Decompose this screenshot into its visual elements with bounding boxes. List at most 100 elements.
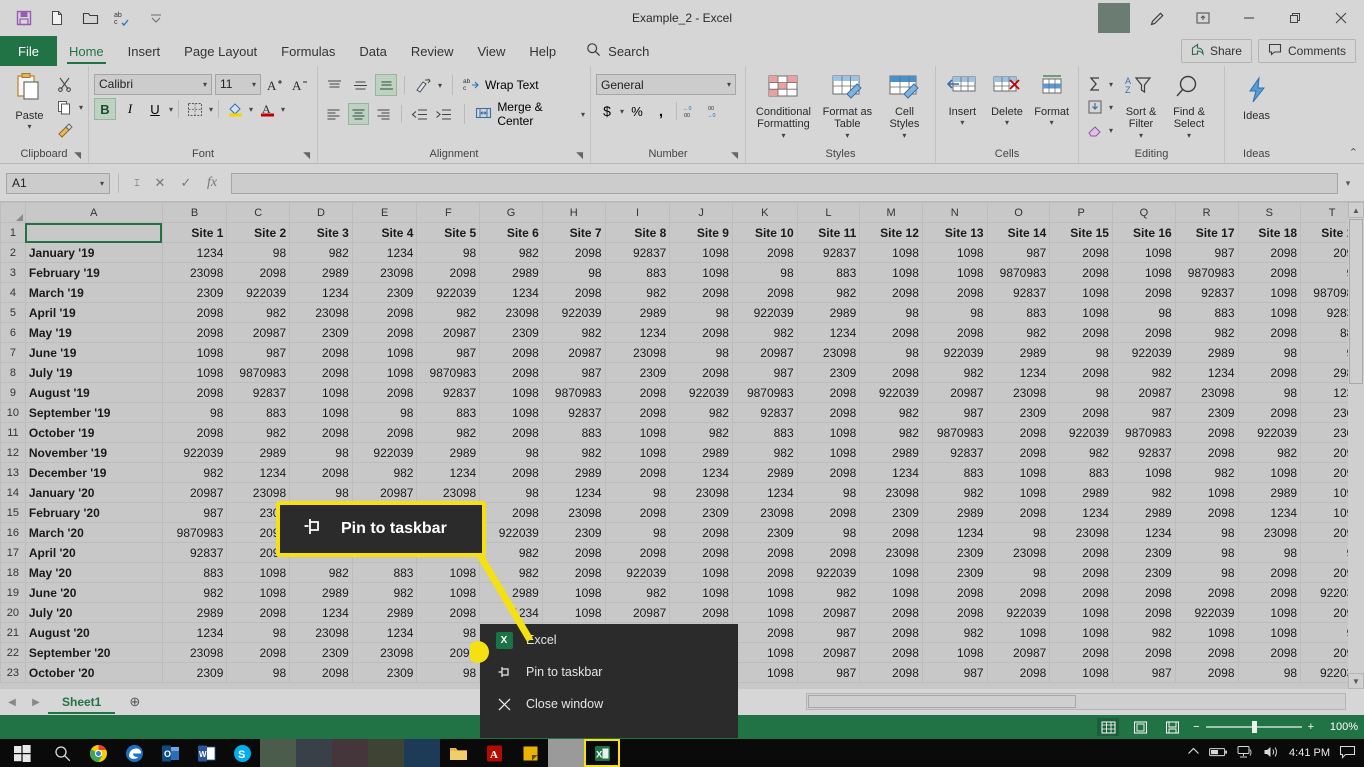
zoom-in-button[interactable]: + (1308, 721, 1314, 733)
data-cell[interactable]: 1234 (351, 622, 418, 643)
row-label-cell[interactable]: June '19 (24, 342, 163, 363)
data-cell[interactable]: 20987 (226, 322, 291, 343)
data-cell[interactable]: 982 (226, 422, 291, 443)
start-icon[interactable] (0, 739, 44, 767)
data-cell[interactable]: 2989 (921, 502, 988, 523)
data-cell[interactable]: 92837 (1174, 282, 1239, 303)
data-cell[interactable]: 2098 (859, 642, 923, 663)
name-box[interactable]: A1 ▾ (6, 172, 110, 194)
row-label-cell[interactable]: July '19 (24, 362, 163, 383)
data-cell[interactable]: 23098 (351, 642, 418, 663)
copy-button[interactable]: ▾ (54, 96, 83, 118)
data-cell[interactable]: 2309 (1111, 562, 1176, 583)
data-cell[interactable]: 2098 (859, 322, 923, 343)
data-cell[interactable]: 2098 (604, 382, 671, 403)
column-header-O[interactable]: O (986, 202, 1051, 223)
data-cell[interactable]: 922039 (859, 382, 923, 403)
data-cell[interactable]: 98 (604, 482, 671, 503)
data-cell[interactable]: 2098 (859, 622, 923, 643)
data-cell[interactable]: 2309 (604, 362, 671, 383)
data-cell[interactable]: 2309 (796, 362, 861, 383)
data-cell[interactable]: 922039 (416, 282, 481, 303)
column-header-M[interactable]: M (859, 202, 923, 223)
next-sheet-icon[interactable]: ▶ (24, 697, 48, 708)
data-cell[interactable]: 2098 (1111, 322, 1176, 343)
data-cell[interactable]: 1098 (859, 582, 923, 603)
paste-button[interactable]: Paste ▾ (5, 69, 54, 131)
data-cell[interactable]: 2098 (289, 362, 353, 383)
row-label-cell[interactable]: January '20 (24, 482, 163, 503)
find-select-button[interactable]: Find & Select ▾ (1165, 71, 1213, 140)
data-cell[interactable]: 987 (796, 622, 861, 643)
data-cell[interactable]: 982 (986, 322, 1051, 343)
data-cell[interactable]: 2098 (986, 422, 1051, 443)
data-cell[interactable]: 98 (479, 442, 543, 463)
data-cell[interactable]: 1098 (731, 582, 798, 603)
data-cell[interactable]: 1098 (1049, 282, 1113, 303)
data-cell[interactable]: 1098 (541, 602, 606, 623)
cell-A1[interactable] (24, 222, 163, 243)
data-cell[interactable]: 2098 (1174, 642, 1239, 663)
data-cell[interactable]: 23098 (796, 342, 861, 363)
data-cell[interactable]: 2098 (1237, 642, 1302, 663)
data-cell[interactable]: 1234 (226, 462, 291, 483)
data-cell[interactable]: 20987 (604, 602, 671, 623)
row-header-8[interactable]: 8 (0, 362, 26, 383)
data-cell[interactable]: 2098 (604, 402, 671, 423)
data-cell[interactable]: 2098 (351, 322, 418, 343)
data-cell[interactable]: 1098 (731, 662, 798, 683)
data-cell[interactable]: 982 (479, 562, 543, 583)
format-painter-button[interactable] (54, 119, 83, 141)
wrap-text-button[interactable]: ab c Wrap Text (463, 76, 539, 94)
data-cell[interactable]: 23098 (731, 502, 798, 523)
tab-page-layout[interactable]: Page Layout (172, 36, 269, 66)
skype-icon[interactable]: S (224, 739, 260, 767)
data-cell[interactable]: 1234 (479, 602, 543, 623)
data-cell[interactable]: 883 (541, 422, 606, 443)
horizontal-scrollbar[interactable] (806, 693, 1346, 710)
data-cell[interactable]: 23098 (859, 542, 923, 563)
italic-button[interactable]: I (119, 98, 141, 120)
data-cell[interactable]: 2098 (986, 662, 1051, 683)
data-cell[interactable]: 2098 (731, 622, 798, 643)
data-cell[interactable]: 23098 (161, 642, 228, 663)
data-cell[interactable]: 98 (289, 482, 353, 503)
row-label-cell[interactable]: October '19 (24, 422, 163, 443)
data-cell[interactable]: 2098 (479, 342, 543, 363)
row-header-19[interactable]: 19 (0, 582, 26, 603)
row-header-3[interactable]: 3 (0, 262, 26, 283)
data-cell[interactable]: 987 (1174, 242, 1239, 263)
data-cell[interactable]: 2098 (289, 462, 353, 483)
fill-color-icon[interactable] (224, 98, 246, 120)
row-header-14[interactable]: 14 (0, 482, 26, 503)
zoom-level-label[interactable]: 100% (1324, 721, 1358, 733)
restore-button[interactable] (1272, 0, 1318, 36)
data-cell[interactable]: 883 (226, 402, 291, 423)
data-cell[interactable]: 1098 (604, 422, 671, 443)
data-cell[interactable]: 982 (161, 462, 228, 483)
data-cell[interactable]: 2309 (161, 662, 228, 683)
data-cell[interactable]: 2098 (1049, 542, 1113, 563)
tab-view[interactable]: View (465, 36, 517, 66)
data-cell[interactable]: 982 (1111, 362, 1176, 383)
data-cell[interactable]: 987 (226, 342, 291, 363)
data-cell[interactable]: 1234 (289, 602, 353, 623)
data-cell[interactable]: 98 (796, 522, 861, 543)
data-cell[interactable]: 20987 (541, 342, 606, 363)
notification-icon[interactable] (1339, 745, 1356, 762)
scroll-up-icon[interactable]: ▲ (1348, 202, 1364, 218)
data-cell[interactable]: 1234 (669, 462, 733, 483)
data-cell[interactable]: 2309 (1174, 402, 1239, 423)
font-dialog-launcher-icon[interactable]: ◥ (303, 150, 310, 161)
data-cell[interactable]: 1098 (479, 402, 543, 423)
data-cell[interactable]: 922039 (921, 342, 988, 363)
tab-help[interactable]: Help (517, 36, 568, 66)
data-cell[interactable]: 1098 (1237, 462, 1302, 483)
data-cell[interactable]: 2098 (161, 382, 228, 403)
data-cell[interactable]: 2309 (669, 502, 733, 523)
data-cell[interactable]: 2098 (986, 582, 1051, 603)
data-cell[interactable]: 1234 (731, 482, 798, 503)
taskbar-window-thumbnail[interactable] (332, 739, 368, 767)
data-cell[interactable]: 2098 (289, 662, 353, 683)
clear-dropdown-icon[interactable]: ▾ (1109, 126, 1113, 135)
